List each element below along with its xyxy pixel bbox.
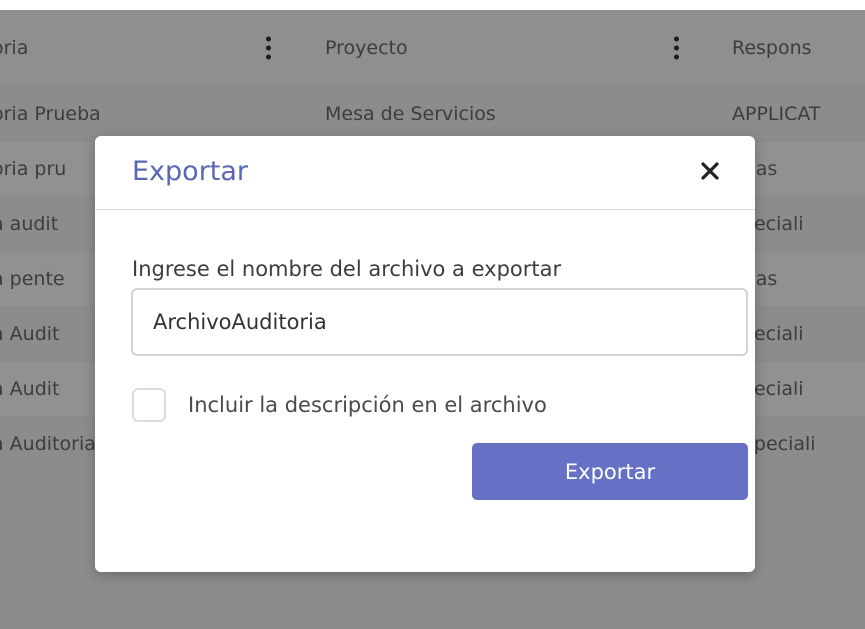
- close-icon: [701, 162, 719, 180]
- export-dialog: Exportar Ingrese el nombre del archivo a…: [95, 136, 755, 572]
- dialog-title: Exportar: [132, 156, 249, 187]
- close-button[interactable]: [695, 156, 725, 186]
- dialog-header: Exportar: [95, 136, 755, 210]
- include-description-label[interactable]: Incluir la descripción en el archivo: [188, 393, 547, 417]
- include-description-checkbox[interactable]: [132, 388, 166, 422]
- filename-input[interactable]: [131, 288, 748, 356]
- include-description-row: Incluir la descripción en el archivo: [132, 388, 547, 422]
- export-button[interactable]: Exportar: [472, 443, 748, 500]
- filename-label: Ingrese el nombre del archivo a exportar: [132, 257, 562, 281]
